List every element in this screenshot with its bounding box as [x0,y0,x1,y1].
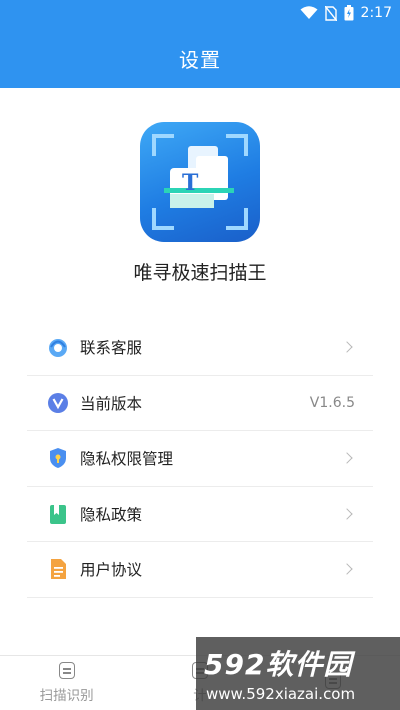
chevron-right-icon [341,452,353,464]
menu-item-version[interactable]: 当前版本 V1.6.5 [27,376,373,431]
menu-label: 联系客服 [80,339,143,358]
status-icons: 2:17 [300,5,392,21]
logo-letter: T [182,170,199,196]
page-title: 设置 [179,47,221,72]
watermark: 592软件园 www.592xiazai.com [196,637,400,710]
status-bar: 2:17 [0,0,400,28]
menu-label: 当前版本 [80,394,143,413]
wifi-icon [300,6,318,19]
chevron-right-icon [341,508,353,520]
no-sim-icon [324,5,337,21]
title-bar: 设置 [0,28,400,88]
status-time: 2:17 [360,5,392,21]
scan-logo-icon [152,134,248,230]
app-logo: T [140,122,260,242]
version-icon [47,392,69,414]
watermark-url: www.592xiazai.com [206,685,356,703]
app-name: 唯寻极速扫描王 [133,262,267,284]
headset-icon [47,336,69,358]
menu-item-user-agreement[interactable]: 用户协议 [27,542,373,598]
shield-icon [47,447,69,469]
version-value: V1.6.5 [309,394,355,411]
battery-icon [344,5,354,21]
menu-item-privacy-permissions[interactable]: 隐私权限管理 [27,431,373,487]
chevron-right-icon [341,563,353,575]
menu-item-privacy-policy[interactable]: 隐私政策 [27,487,373,542]
bookmark-icon [47,503,69,525]
menu-label: 隐私政策 [80,505,143,524]
chevron-right-icon [341,341,353,353]
menu-label: 用户协议 [80,561,143,580]
document-icon [47,558,69,580]
settings-menu: 联系客服 当前版本 V1.6.5 隐私权限管理 隐私政策 用户协议 [27,320,373,598]
menu-item-contact[interactable]: 联系客服 [27,320,373,376]
watermark-brand: 592软件园 [204,648,353,681]
menu-label: 隐私权限管理 [80,450,174,469]
tab-label: 扫描识别 [39,688,94,704]
tab-scan[interactable]: 扫描识别 [0,656,133,710]
scan-icon [58,662,75,679]
